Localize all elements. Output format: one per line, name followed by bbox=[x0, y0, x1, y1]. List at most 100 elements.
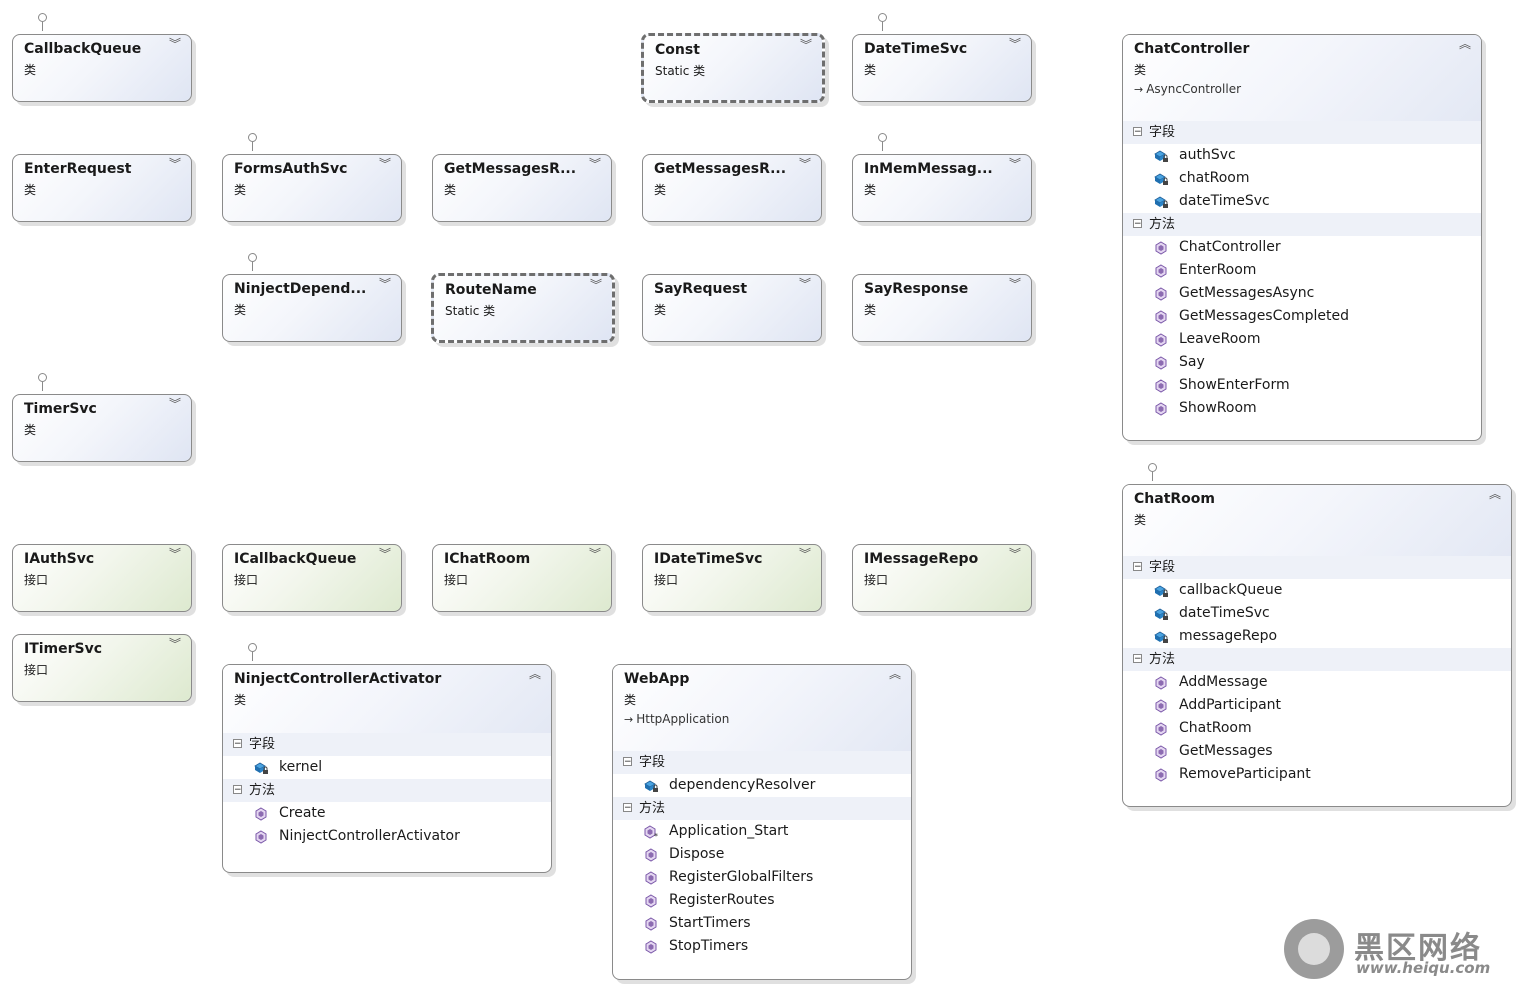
interface-box-i-auth-svc[interactable]: IAuthSvc 接口 ︾ bbox=[12, 544, 192, 612]
methods-section-header[interactable]: − 方法 bbox=[613, 797, 911, 820]
collapse-toggle-icon[interactable]: − bbox=[623, 757, 632, 767]
method-item[interactable]: Say bbox=[1123, 351, 1481, 374]
expand-chevron-icon[interactable]: ︾ bbox=[169, 638, 181, 650]
interface-box-i-chat-room[interactable]: IChatRoom 接口 ︾ bbox=[432, 544, 612, 612]
method-item[interactable]: GetMessages bbox=[1123, 740, 1511, 763]
class-box-timer-svc[interactable]: TimerSvc 类 ︾ bbox=[12, 394, 192, 462]
field-item[interactable]: dateTimeSvc bbox=[1123, 602, 1511, 625]
method-item[interactable]: AddParticipant bbox=[1123, 694, 1511, 717]
field-item[interactable]: authSvc bbox=[1123, 144, 1481, 167]
expand-chevron-icon[interactable]: ︾ bbox=[379, 158, 391, 170]
expand-chevron-icon[interactable]: ︾ bbox=[1009, 38, 1021, 50]
collapse-chevron-icon[interactable]: ︽ bbox=[529, 668, 541, 680]
class-box-in-mem-message-repo[interactable]: InMemMessag... 类 ︾ bbox=[852, 154, 1032, 222]
method-item[interactable]: Dispose bbox=[613, 843, 911, 866]
fields-section-header[interactable]: − 字段 bbox=[1123, 556, 1511, 579]
expand-chevron-icon[interactable]: ︾ bbox=[169, 158, 181, 170]
collapse-toggle-icon[interactable]: − bbox=[233, 739, 242, 749]
fields-section-header[interactable]: − 字段 bbox=[223, 733, 551, 756]
interface-box-i-date-time-svc[interactable]: IDateTimeSvc 接口 ︾ bbox=[642, 544, 822, 612]
collapse-toggle-icon[interactable]: − bbox=[233, 785, 242, 795]
class-box-ninject-dependency-resolver[interactable]: NinjectDepend... 类 ︾ bbox=[222, 274, 402, 342]
expand-chevron-icon[interactable]: ︾ bbox=[799, 278, 811, 290]
class-box-get-messages-request[interactable]: GetMessagesR... 类 ︾ bbox=[432, 154, 612, 222]
field-item[interactable]: chatRoom bbox=[1123, 167, 1481, 190]
method-item[interactable]: StartTimers bbox=[613, 912, 911, 935]
method-item[interactable]: ShowEnterForm bbox=[1123, 374, 1481, 397]
interface-box-i-timer-svc[interactable]: ITimerSvc 接口 ︾ bbox=[12, 634, 192, 702]
expand-chevron-icon[interactable]: ︾ bbox=[799, 548, 811, 560]
methods-section-header[interactable]: − 方法 bbox=[1123, 213, 1481, 236]
method-item[interactable]: StopTimers bbox=[613, 935, 911, 958]
expand-chevron-icon[interactable]: ︾ bbox=[1009, 548, 1021, 560]
method-item[interactable]: RemoveParticipant bbox=[1123, 763, 1511, 786]
method-item[interactable]: ChatController bbox=[1123, 236, 1481, 259]
method-item[interactable]: GetMessagesCompleted bbox=[1123, 305, 1481, 328]
interface-lollipop-icon bbox=[878, 133, 887, 151]
expand-chevron-icon[interactable]: ︾ bbox=[1009, 278, 1021, 290]
collapse-chevron-icon[interactable]: ︽ bbox=[1489, 488, 1501, 500]
expand-chevron-icon[interactable]: ︾ bbox=[589, 548, 601, 560]
class-box-forms-auth-svc[interactable]: FormsAuthSvc 类 ︾ bbox=[222, 154, 402, 222]
class-name: GetMessagesR... bbox=[444, 161, 577, 177]
methods-section-header[interactable]: − 方法 bbox=[1123, 648, 1511, 671]
method-item[interactable]: AddMessage bbox=[1123, 671, 1511, 694]
method-item[interactable]: EnterRoom bbox=[1123, 259, 1481, 282]
class-box-get-messages-response[interactable]: GetMessagesR... 类 ︾ bbox=[642, 154, 822, 222]
protected-method-icon bbox=[643, 824, 659, 840]
field-item[interactable]: dateTimeSvc bbox=[1123, 190, 1481, 213]
expand-chevron-icon[interactable]: ︾ bbox=[800, 39, 812, 51]
interface-lollipop-icon bbox=[248, 643, 257, 661]
fields-section-header[interactable]: − 字段 bbox=[613, 751, 911, 774]
class-name: DateTimeSvc bbox=[864, 41, 968, 57]
class-box-chat-controller[interactable]: ChatController 类 → AsyncController ︽ − 字段… bbox=[1122, 34, 1482, 441]
method-item[interactable]: Application_Start bbox=[613, 820, 911, 843]
method-item[interactable]: GetMessagesAsync bbox=[1123, 282, 1481, 305]
class-box-ninject-controller-activator[interactable]: NinjectControllerActivator 类 ︽ − 字段 kern… bbox=[222, 664, 552, 873]
method-item[interactable]: LeaveRoom bbox=[1123, 328, 1481, 351]
method-icon bbox=[1153, 378, 1169, 394]
method-icon bbox=[1153, 767, 1169, 783]
field-item[interactable]: callbackQueue bbox=[1123, 579, 1511, 602]
field-item[interactable]: dependencyResolver bbox=[613, 774, 911, 797]
interface-box-i-message-repo[interactable]: IMessageRepo 接口 ︾ bbox=[852, 544, 1032, 612]
class-box-say-request[interactable]: SayRequest 类 ︾ bbox=[642, 274, 822, 342]
collapse-toggle-icon[interactable]: − bbox=[1133, 127, 1142, 137]
method-item[interactable]: ShowRoom bbox=[1123, 397, 1481, 420]
method-item[interactable]: Create bbox=[223, 802, 551, 825]
methods-section-header[interactable]: − 方法 bbox=[223, 779, 551, 802]
class-box-enter-request[interactable]: EnterRequest 类 ︾ bbox=[12, 154, 192, 222]
class-box-web-app[interactable]: WebApp 类 → HttpApplication ︽ − 字段 depende… bbox=[612, 664, 912, 980]
collapse-toggle-icon[interactable]: − bbox=[1133, 562, 1142, 572]
expand-chevron-icon[interactable]: ︾ bbox=[590, 279, 602, 291]
expand-chevron-icon[interactable]: ︾ bbox=[379, 548, 391, 560]
collapse-chevron-icon[interactable]: ︽ bbox=[1459, 38, 1471, 50]
field-item[interactable]: kernel bbox=[223, 756, 551, 779]
interface-kind: 接口 bbox=[444, 573, 469, 587]
class-box-callback-queue[interactable]: CallbackQueue 类 ︾ bbox=[12, 34, 192, 102]
method-item[interactable]: RegisterGlobalFilters bbox=[613, 866, 911, 889]
expand-chevron-icon[interactable]: ︾ bbox=[379, 278, 391, 290]
collapse-toggle-icon[interactable]: − bbox=[1133, 219, 1142, 229]
class-box-chat-room[interactable]: ChatRoom 类 ︽ − 字段 callbackQueue dateTime… bbox=[1122, 484, 1512, 807]
collapse-toggle-icon[interactable]: − bbox=[1133, 654, 1142, 664]
fields-section-header[interactable]: − 字段 bbox=[1123, 121, 1481, 144]
expand-chevron-icon[interactable]: ︾ bbox=[169, 38, 181, 50]
field-item[interactable]: messageRepo bbox=[1123, 625, 1511, 648]
method-item[interactable]: NinjectControllerActivator bbox=[223, 825, 551, 848]
expand-chevron-icon[interactable]: ︾ bbox=[589, 158, 601, 170]
class-box-say-response[interactable]: SayResponse 类 ︾ bbox=[852, 274, 1032, 342]
expand-chevron-icon[interactable]: ︾ bbox=[799, 158, 811, 170]
method-icon bbox=[1153, 309, 1169, 325]
class-box-route-name[interactable]: RouteName Static 类 ︾ bbox=[431, 273, 615, 343]
class-box-const[interactable]: Const Static 类 ︾ bbox=[641, 33, 825, 103]
expand-chevron-icon[interactable]: ︾ bbox=[169, 398, 181, 410]
collapse-chevron-icon[interactable]: ︽ bbox=[889, 668, 901, 680]
collapse-toggle-icon[interactable]: − bbox=[623, 803, 632, 813]
expand-chevron-icon[interactable]: ︾ bbox=[169, 548, 181, 560]
method-item[interactable]: RegisterRoutes bbox=[613, 889, 911, 912]
method-item[interactable]: ChatRoom bbox=[1123, 717, 1511, 740]
class-box-date-time-svc[interactable]: DateTimeSvc 类 ︾ bbox=[852, 34, 1032, 102]
interface-box-i-callback-queue[interactable]: ICallbackQueue 接口 ︾ bbox=[222, 544, 402, 612]
expand-chevron-icon[interactable]: ︾ bbox=[1009, 158, 1021, 170]
